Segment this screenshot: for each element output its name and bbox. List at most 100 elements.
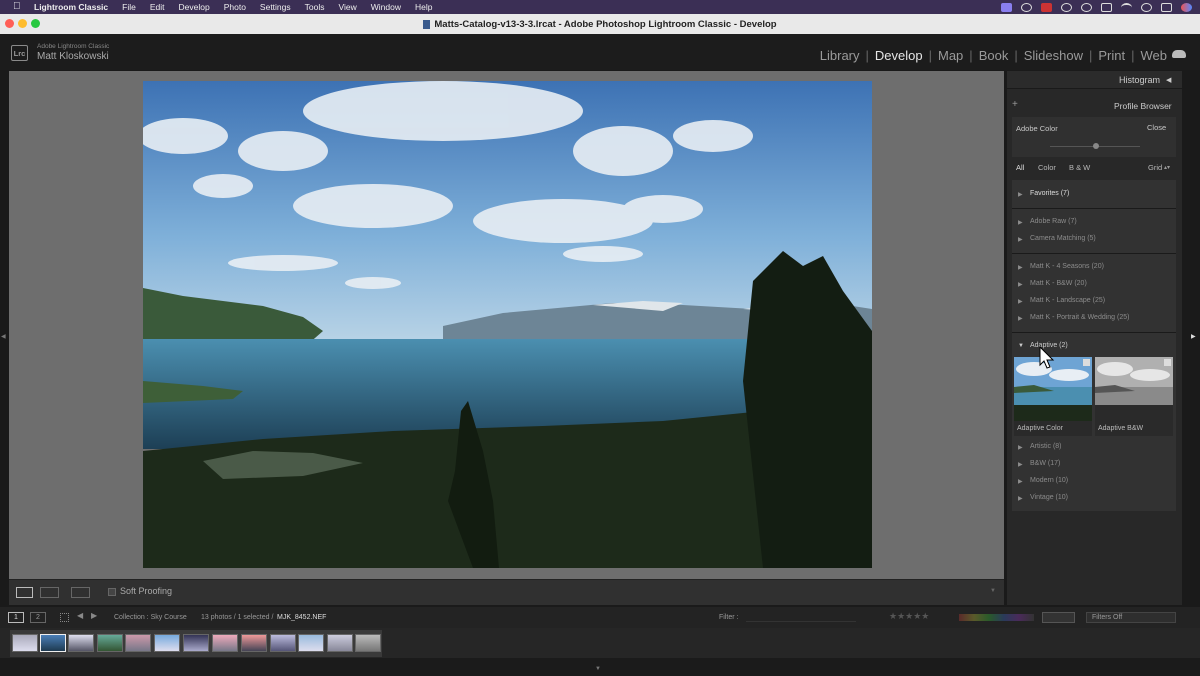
filter-all-tab[interactable]: All — [1016, 163, 1024, 172]
filmstrip-thumb[interactable] — [154, 634, 180, 652]
toolbar-menu-icon[interactable]: ▼ — [990, 588, 996, 594]
module-develop[interactable]: Develop — [869, 48, 929, 63]
profile-group-vintage[interactable]: Vintage (10) — [1030, 494, 1068, 501]
menu-tools[interactable]: Tools — [305, 2, 325, 12]
filmstrip-thumb[interactable] — [68, 634, 94, 652]
soft-proofing-checkbox[interactable] — [108, 588, 116, 596]
menu-edit[interactable]: Edit — [150, 2, 165, 12]
add-profile-icon[interactable]: + — [1012, 99, 1018, 110]
menu-view[interactable]: View — [338, 2, 356, 12]
histogram-collapse-icon[interactable]: ◀ — [1166, 76, 1171, 84]
favorite-star-icon[interactable] — [1083, 359, 1090, 366]
filmstrip-thumb[interactable] — [355, 634, 381, 652]
before-after-icon[interactable] — [40, 587, 59, 598]
filmstrip-thumb-selected[interactable] — [40, 634, 66, 652]
siri-icon[interactable] — [1181, 2, 1192, 12]
module-print[interactable]: Print — [1092, 48, 1131, 63]
loupe-view-icon[interactable] — [16, 587, 33, 598]
rating-filter-stars[interactable]: ★★★★★ — [889, 611, 929, 622]
filmstrip-thumb[interactable] — [97, 634, 123, 652]
favorite-star-icon[interactable] — [1164, 359, 1171, 366]
apple-icon[interactable]:  — [13, 1, 21, 12]
grid-dropdown-icon: ▴▾ — [1164, 165, 1171, 171]
profile-group-mk-bw[interactable]: Matt K - B&W (20) — [1030, 280, 1087, 287]
filter-bw-tab[interactable]: B & W — [1069, 163, 1090, 172]
bw-expand-icon[interactable]: ▶ — [1018, 461, 1023, 468]
profile-group-artistic[interactable]: Artistic (8) — [1030, 443, 1062, 450]
search-icon[interactable] — [1141, 2, 1152, 12]
zoom-window-button[interactable] — [31, 19, 40, 28]
close-profile-browser-button[interactable]: Close — [1147, 123, 1166, 132]
document-icon — [423, 19, 431, 29]
profile-group-portrait-wedding[interactable]: Matt K - Portrait & Wedding (25) — [1030, 314, 1129, 321]
profile-group-adobe-raw[interactable]: Adobe Raw (7) — [1030, 218, 1077, 225]
cloud-sync-icon[interactable] — [1172, 50, 1186, 58]
amount-slider-thumb[interactable] — [1093, 143, 1099, 149]
grid-view-dropdown[interactable]: Grid — [1148, 163, 1162, 172]
mk-bw-expand-icon[interactable]: ▶ — [1018, 281, 1023, 288]
battery-icon[interactable] — [1101, 2, 1112, 12]
collapse-filmstrip-icon[interactable]: ▼ — [595, 666, 601, 672]
vintage-expand-icon[interactable]: ▶ — [1018, 495, 1023, 502]
filmstrip-thumb[interactable] — [12, 634, 38, 652]
menu-develop[interactable]: Develop — [179, 2, 210, 12]
collapse-right-panel-icon[interactable]: ▶ — [1191, 333, 1196, 340]
profile-group-modern[interactable]: Modern (10) — [1030, 477, 1068, 484]
module-slideshow[interactable]: Slideshow — [1018, 48, 1089, 63]
module-web[interactable]: Web — [1135, 48, 1174, 63]
compare-view-icon[interactable] — [71, 587, 90, 598]
filmstrip-thumb[interactable] — [298, 634, 324, 652]
minimize-window-button[interactable] — [18, 19, 27, 28]
menu-settings[interactable]: Settings — [260, 2, 291, 12]
artistic-expand-icon[interactable]: ▶ — [1018, 444, 1023, 451]
portrait-wedding-expand-icon[interactable]: ▶ — [1018, 315, 1023, 322]
main-window-button[interactable]: 1 — [8, 612, 24, 623]
filmstrip-thumb[interactable] — [212, 634, 238, 652]
cloud-icon[interactable] — [1021, 2, 1032, 12]
profile-group-bw[interactable]: B&W (17) — [1030, 460, 1060, 467]
second-window-button[interactable]: 2 — [30, 612, 46, 623]
module-library[interactable]: Library — [814, 48, 866, 63]
color-label-filter[interactable] — [959, 614, 1034, 621]
close-window-button[interactable] — [5, 19, 14, 28]
filmstrip-thumb[interactable] — [270, 634, 296, 652]
menu-window[interactable]: Window — [371, 2, 401, 12]
filter-color-tab[interactable]: Color — [1038, 163, 1056, 172]
flag-filter-icons[interactable] — [746, 612, 856, 622]
sync-icon[interactable] — [1061, 2, 1072, 12]
favorites-expand-icon[interactable]: ▶ — [1018, 191, 1023, 198]
main-photo[interactable] — [143, 81, 872, 568]
menu-help[interactable]: Help — [415, 2, 432, 12]
selected-filename[interactable]: MJK_8452.NEF — [277, 614, 326, 621]
screen-record-icon[interactable] — [1001, 2, 1012, 12]
filter-lock-icon[interactable] — [1042, 612, 1075, 623]
forward-arrow-icon[interactable]: ▶ — [91, 611, 97, 620]
app-status-icon[interactable] — [1041, 2, 1052, 12]
module-book[interactable]: Book — [973, 48, 1015, 63]
expand-left-panel-icon[interactable]: ◀ — [1, 333, 6, 340]
profile-group-4-seasons[interactable]: Matt K - 4 Seasons (20) — [1030, 263, 1104, 270]
grid-icon[interactable] — [60, 613, 69, 622]
camera-matching-expand-icon[interactable]: ▶ — [1018, 236, 1023, 243]
adobe-raw-expand-icon[interactable]: ▶ — [1018, 219, 1023, 226]
filmstrip-thumb[interactable] — [327, 634, 353, 652]
profile-group-favorites[interactable]: Favorites (7) — [1030, 190, 1069, 197]
adaptive-collapse-icon[interactable]: ▼ — [1018, 343, 1024, 349]
wifi-icon[interactable] — [1121, 2, 1132, 12]
profile-group-landscape[interactable]: Matt K - Landscape (25) — [1030, 297, 1105, 304]
app-menu[interactable]: Lightroom Classic — [34, 2, 108, 12]
play-icon[interactable] — [1081, 2, 1092, 12]
back-arrow-icon[interactable]: ◀ — [77, 611, 83, 620]
four-seasons-expand-icon[interactable]: ▶ — [1018, 264, 1023, 271]
menu-file[interactable]: File — [122, 2, 136, 12]
control-center-icon[interactable] — [1161, 2, 1172, 12]
modern-expand-icon[interactable]: ▶ — [1018, 478, 1023, 485]
profile-group-camera-matching[interactable]: Camera Matching (5) — [1030, 235, 1096, 242]
filmstrip-thumb[interactable] — [183, 634, 209, 652]
menu-photo[interactable]: Photo — [224, 2, 246, 12]
filmstrip-thumb[interactable] — [125, 634, 151, 652]
module-map[interactable]: Map — [932, 48, 969, 63]
landscape-expand-icon[interactable]: ▶ — [1018, 298, 1023, 305]
filmstrip-source[interactable]: Collection : Sky Course — [114, 614, 187, 621]
filmstrip-thumb[interactable] — [241, 634, 267, 652]
